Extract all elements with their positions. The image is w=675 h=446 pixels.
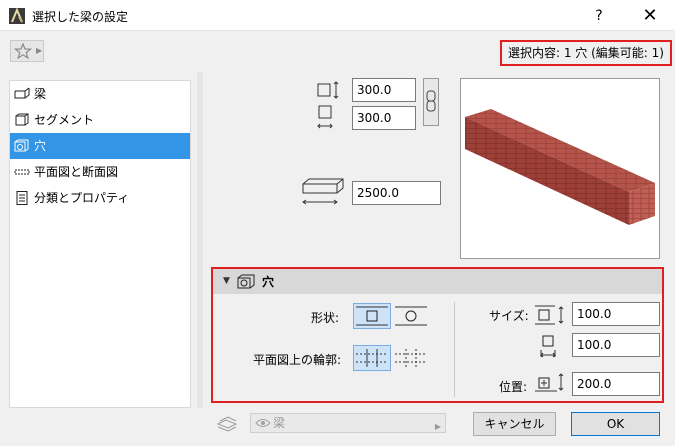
- beam-3d-preview: [460, 78, 660, 259]
- layers-icon: [216, 416, 238, 432]
- sidebar-item-label: 穴: [34, 139, 47, 153]
- sidebar-item-floorplan-section[interactable]: 平面図と断面図: [10, 159, 190, 185]
- length-field[interactable]: 2500.0: [352, 181, 441, 205]
- chain-link-icon: [426, 90, 436, 112]
- outline-dashed-button[interactable]: [353, 345, 391, 371]
- title-bar: 選択した梁の設定 ? ✕: [0, 0, 675, 31]
- sidebar-item-label: 平面図と断面図: [34, 165, 119, 179]
- hole-height-field[interactable]: 100.0: [572, 333, 660, 357]
- height-field[interactable]: 300.0: [352, 106, 416, 130]
- ok-button[interactable]: OK: [571, 412, 660, 436]
- hole-panel-header[interactable]: ▼ 穴: [213, 269, 662, 294]
- beam-icon: [14, 87, 30, 99]
- width-field[interactable]: 300.0: [352, 78, 416, 102]
- sidebar-item-beam[interactable]: 梁: [10, 81, 190, 107]
- link-dimensions-button[interactable]: [423, 78, 439, 126]
- cancel-button[interactable]: キャンセル: [473, 412, 556, 436]
- sidebar-item-label: 梁: [34, 87, 47, 101]
- hole-panel-title: 穴: [262, 275, 275, 289]
- hole-icon: [237, 274, 255, 289]
- favorites-button[interactable]: ▶: [10, 40, 44, 62]
- hidden-outline-icon: [395, 349, 427, 367]
- sidebar-item-segment[interactable]: セグメント: [10, 107, 190, 133]
- layer-select[interactable]: 梁 ▶: [250, 413, 446, 433]
- close-button[interactable]: ✕: [630, 2, 670, 30]
- width-dimension-icon: [317, 81, 339, 99]
- hole-width-icon: [535, 305, 564, 325]
- sidebar-item-label: 分類とプロパティ: [34, 191, 130, 205]
- star-icon: [14, 43, 32, 59]
- sidebar-item-hole[interactable]: 穴: [10, 133, 190, 159]
- collapse-arrow-icon[interactable]: ▼: [223, 276, 230, 286]
- length-dimension-icon: [302, 178, 344, 205]
- dropdown-arrow-icon: ▶: [434, 422, 441, 431]
- height-dimension-icon: [317, 105, 333, 129]
- pane-splitter[interactable]: [197, 72, 203, 408]
- brick-beam-image: [465, 109, 655, 225]
- help-button[interactable]: ?: [587, 4, 611, 28]
- circle-shape-icon: [395, 306, 427, 326]
- floorplan-section-icon: [14, 169, 30, 175]
- hole-position-field[interactable]: 200.0: [572, 372, 660, 396]
- archicad-app-icon: [9, 8, 25, 24]
- hole-width-field[interactable]: 100.0: [572, 302, 660, 326]
- hole-height-icon: [540, 335, 556, 358]
- window-title: 選択した梁の設定: [32, 10, 129, 24]
- hole-position-icon: [535, 373, 564, 392]
- eye-icon: [255, 419, 271, 427]
- selection-info: 選択内容: 1 穴 (編集可能: 1): [500, 40, 672, 66]
- shape-label: 形状:: [311, 311, 340, 325]
- outline-label: 平面図上の輪郭:: [253, 353, 342, 367]
- rectangle-shape-icon: [356, 306, 388, 326]
- panel-divider: [454, 302, 455, 397]
- classification-icon: [16, 191, 28, 205]
- size-label: サイズ:: [489, 309, 529, 323]
- settings-sidebar: 梁 セグメント 穴 平面図と断面図 分類とプロパティ: [9, 80, 191, 408]
- sidebar-item-classification[interactable]: 分類とプロパティ: [10, 185, 190, 211]
- hole-icon: [14, 139, 29, 152]
- position-label: 位置:: [499, 380, 528, 394]
- sidebar-item-label: セグメント: [34, 113, 95, 127]
- segment-icon: [15, 113, 29, 126]
- outline-hidden-button[interactable]: [392, 345, 430, 371]
- favorites-dropdown-arrow-icon: ▶: [36, 46, 43, 55]
- hole-settings-panel: ▼ 穴 形状: 平面図上の輪郭: サイズ: 100.0 100.0 位置: 20…: [211, 267, 664, 403]
- shape-circle-button[interactable]: [392, 303, 430, 329]
- layer-name: 梁: [273, 416, 286, 430]
- dashed-outline-icon: [356, 349, 388, 367]
- shape-rectangle-button[interactable]: [353, 303, 391, 329]
